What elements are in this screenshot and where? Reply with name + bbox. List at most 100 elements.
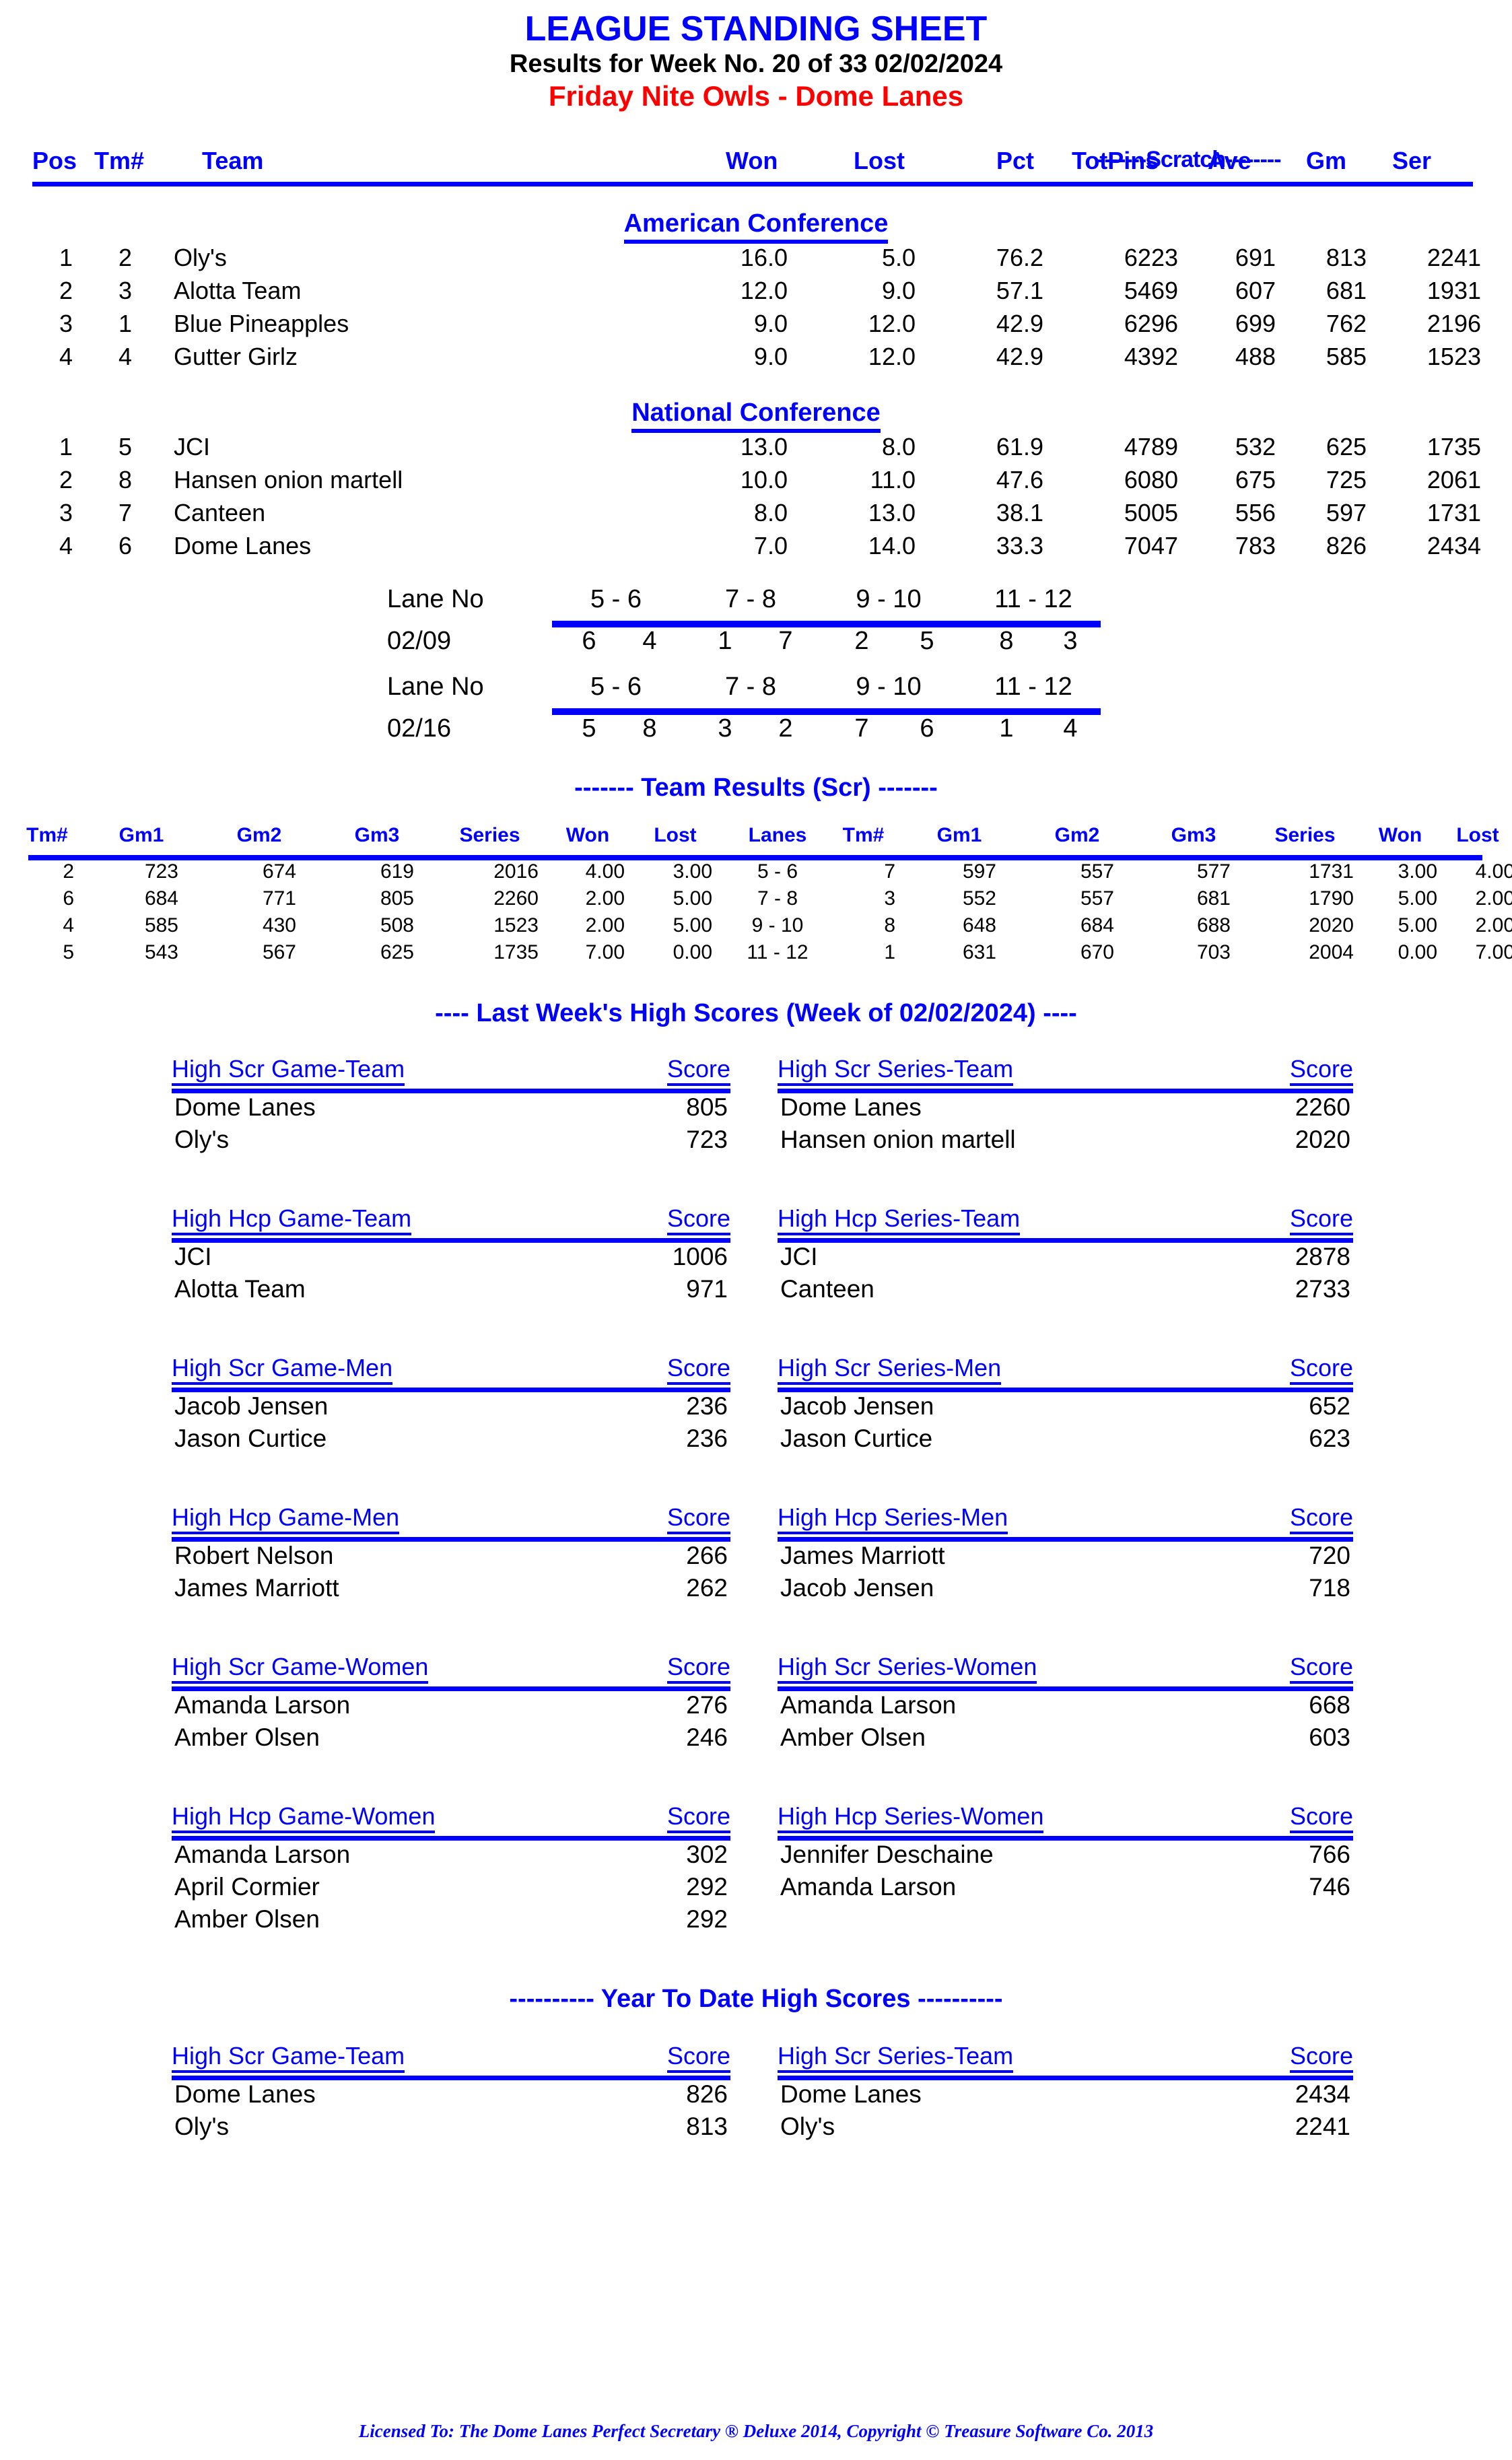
cell-tm: 4 [118,343,132,370]
table-row: 1 5 JCI 13.0 8.0 61.9 4789 532 625 1735 [0,433,1512,466]
list-item: Oly's 813 [172,2113,730,2145]
cell-tm: 1 [118,310,132,337]
cell-pos: 1 [59,433,73,460]
entry-name: Jason Curtice [174,1425,327,1452]
cell-gm: 826 [1326,532,1367,559]
entry-score: 813 [686,2113,728,2140]
last-week-high-scores-title: ---- Last Week's High Scores (Week of 02… [435,999,1077,1027]
entry-name: Amanda Larson [780,1873,957,1901]
cell-tm-a: 2 [63,860,74,883]
cell-gm3-b: 681 [1196,887,1231,910]
cell-gm1-b: 552 [962,887,996,910]
list-item: Jason Curtice 623 [778,1425,1353,1457]
lane-team: 6 [920,714,934,743]
list-item: James Marriott 262 [172,1574,730,1606]
table-row: 2 8 Hansen onion martell 10.0 11.0 47.6 … [0,466,1512,499]
lane-team: 3 [1063,627,1078,655]
cell-gm1-a: 543 [144,941,178,963]
cell-gm2-b: 684 [1080,914,1114,936]
entry-name: Amanda Larson [174,1841,351,1868]
team-results-divider [28,855,1482,860]
lane-date: 02/09 [387,627,452,655]
cell-totpins: 4392 [1124,343,1178,370]
conference-title-national: National Conference [631,399,881,433]
col-header-lost-a: Lost [654,824,697,846]
cell-lost: 9.0 [881,277,916,304]
panel-score-label: Score [666,1802,730,1833]
panel-score-label: Score [666,2042,730,2073]
cell-lost-b: 4.00 [1475,860,1512,883]
list-item: JCI 2878 [778,1243,1353,1275]
entry-name: Jason Curtice [780,1425,933,1452]
high-score-panel: High Hcp Game-Team Score JCI 1006 Alotta… [172,1204,730,1307]
col-header-tm-a: Tm# [26,824,68,846]
entry-score: 805 [686,1093,728,1121]
col-header-pct: Pct [996,147,1035,174]
cell-ser: 1735 [1427,433,1481,460]
panel-divider [778,2076,1353,2080]
cell-team: Dome Lanes [174,532,312,559]
cell-won: 16.0 [740,244,788,271]
lane-pair: 9 - 10 [856,673,922,701]
cell-tm: 7 [118,499,132,526]
cell-tm-b: 8 [884,914,895,936]
col-header-won: Won [726,147,778,174]
list-item: Amber Olsen 603 [778,1723,1353,1756]
entry-name: Dome Lanes [174,2080,316,2108]
lane-team: 7 [854,714,869,743]
panel-score-label: Score [666,1354,730,1385]
col-header-lost: Lost [854,147,905,174]
panel-header: High Scr Series-Team Score [778,2042,1353,2073]
high-score-panel: High Scr Series-Men Score Jacob Jensen 6… [778,1354,1353,1457]
cell-ave: 783 [1235,532,1276,559]
entry-score: 262 [686,1574,728,1602]
high-score-panel: High Scr Game-Team Score Dome Lanes 826 … [172,2042,730,2145]
col-header-gm: Gm [1306,147,1347,174]
list-item: Amanda Larson 746 [778,1873,1353,1905]
cell-won-b: 3.00 [1398,860,1437,883]
cell-gm3-b: 577 [1196,860,1231,883]
cell-won: 10.0 [740,466,788,493]
panel-header: High Hcp Game-Team Score [172,1204,730,1235]
entry-score: 236 [686,1392,728,1420]
panel-score-label: Score [1289,1354,1353,1385]
cell-gm: 762 [1326,310,1367,337]
cell-pos: 3 [59,310,73,337]
list-item: JCI 1006 [172,1243,730,1275]
panel-divider [172,1388,730,1392]
cell-gm: 585 [1326,343,1367,370]
cell-gm3-a: 625 [380,941,414,963]
high-score-panel-pair: High Scr Game-Team Score Dome Lanes 826 … [0,2042,1512,2170]
entry-name: Jennifer Deschaine [780,1841,994,1868]
list-item: Dome Lanes 826 [172,2080,730,2113]
entry-score: 720 [1309,1542,1350,1569]
cell-lost: 8.0 [881,433,916,460]
cell-ser: 1731 [1427,499,1481,526]
list-item: Jacob Jensen 718 [778,1574,1353,1606]
cell-gm: 681 [1326,277,1367,304]
cell-pos: 2 [59,466,73,493]
cell-pct: 38.1 [996,499,1043,526]
cell-gm2-b: 670 [1080,941,1114,963]
conference-title-american: American Conference [623,209,889,244]
cell-ave: 607 [1235,277,1276,304]
list-item: Amber Olsen 292 [172,1905,730,1938]
high-score-panel-pair: High Scr Game-Men Score Jacob Jensen 236… [0,1354,1512,1482]
cell-gm2-a: 430 [262,914,296,936]
lane-team: 8 [642,714,657,743]
panel-title: High Scr Series-Men [778,1354,1002,1385]
entry-name: Jacob Jensen [174,1392,329,1420]
cell-team: Gutter Girlz [174,343,298,370]
cell-lost: 12.0 [868,310,916,337]
cell-gm2-b: 557 [1080,860,1114,883]
cell-ser: 2196 [1427,310,1481,337]
lane-team: 5 [582,714,596,743]
cell-pos: 2 [59,277,73,304]
cell-ser: 1931 [1427,277,1481,304]
entry-name: Dome Lanes [174,1093,316,1121]
high-score-panel-pair: High Scr Game-Team Score Dome Lanes 805 … [0,1055,1512,1183]
license-footer: Licensed To: The Dome Lanes Perfect Secr… [358,2421,1154,2441]
cell-team: JCI [174,433,210,460]
cell-gm3-a: 508 [380,914,414,936]
cell-gm3-a: 805 [380,887,414,910]
